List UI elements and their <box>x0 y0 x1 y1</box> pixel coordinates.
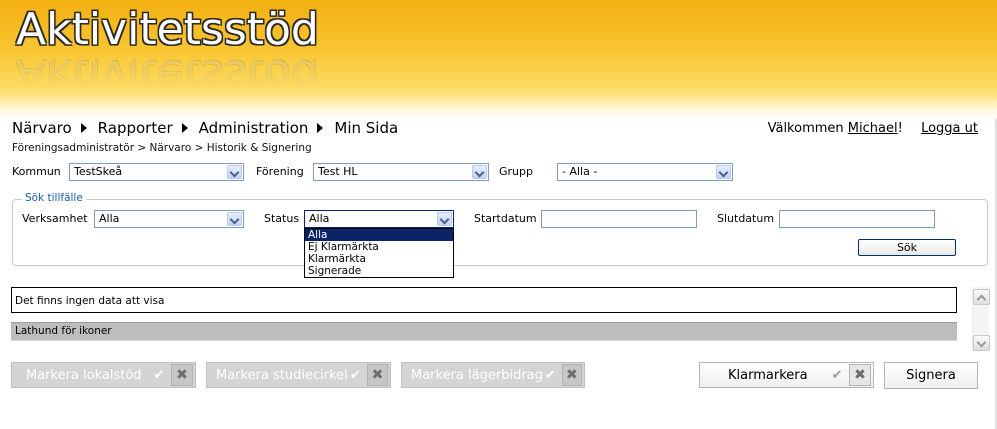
forening-select[interactable]: Test HL <box>313 163 489 181</box>
check-icon: ✔ <box>831 367 843 383</box>
verksamhet-label: Verksamhet <box>22 212 88 225</box>
nav-item-min-sida[interactable]: Min Sida <box>334 119 398 137</box>
search-button[interactable]: Sök <box>858 239 956 256</box>
chevron-down-icon <box>227 165 242 179</box>
check-icon: ✔ <box>349 367 361 383</box>
markera-studiecirkel-label: Markera studiecirkel <box>216 367 348 383</box>
markera-lagerbidrag-button[interactable]: Markera lägerbidrag ✔ ✖ <box>401 362 585 388</box>
scroll-down-icon[interactable] <box>973 335 990 351</box>
markera-lokalstod-button[interactable]: Markera lokalstöd ✔ ✖ <box>11 362 196 388</box>
kommun-select[interactable]: TestSkeå <box>69 163 244 181</box>
chevron-down-icon <box>437 212 452 226</box>
chevron-down-icon <box>716 165 731 179</box>
status-option-signerade[interactable]: Signerade <box>305 265 453 277</box>
signera-button[interactable]: Signera <box>884 362 978 389</box>
forening-value: Test HL <box>318 165 358 178</box>
kommun-value: TestSkeå <box>74 165 123 178</box>
check-icon: ✔ <box>544 367 556 383</box>
kommun-label: Kommun <box>12 165 61 178</box>
startdatum-label: Startdatum <box>474 212 537 225</box>
markera-lokalstod-label: Markera lokalstöd <box>26 367 142 383</box>
grupp-label: Grupp <box>499 165 533 178</box>
grupp-select[interactable]: - Alla - <box>557 163 733 181</box>
status-dropdown-list: Alla Ej Klarmärkta Klarmärkta Signerade <box>304 228 454 278</box>
status-select[interactable]: Alla <box>304 210 454 228</box>
logo: Aktivitetsstöd <box>16 4 319 55</box>
close-icon[interactable]: ✖ <box>561 364 582 386</box>
markera-studiecirkel-button[interactable]: Markera studiecirkel ✔ ✖ <box>206 362 391 388</box>
nav-item-administration[interactable]: Administration <box>199 119 309 137</box>
forening-label: Förening <box>256 165 304 178</box>
status-label: Status <box>264 212 300 225</box>
close-icon[interactable]: ✖ <box>849 364 871 386</box>
breadcrumb: Föreningsadministratör > Närvaro > Histo… <box>12 142 312 154</box>
nav-arrow-icon <box>181 123 188 133</box>
grupp-value: - Alla - <box>562 165 598 178</box>
user-name-link[interactable]: Michael <box>848 121 898 136</box>
markera-lagerbidrag-label: Markera lägerbidrag <box>411 367 543 383</box>
check-icon: ✔ <box>153 367 165 383</box>
slutdatum-label: Slutdatum <box>717 212 775 225</box>
logout-link[interactable]: Logga ut <box>921 121 978 136</box>
results-scrollbar[interactable] <box>972 287 990 351</box>
chevron-down-icon <box>227 212 242 226</box>
nav-item-rapporter[interactable]: Rapporter <box>98 119 173 137</box>
welcome-suffix: ! <box>897 121 903 136</box>
welcome-text: Välkommen <box>767 121 844 136</box>
results-empty-message: Det finns ingen data att visa <box>11 287 957 313</box>
verksamhet-select[interactable]: Alla <box>94 210 244 228</box>
logo-reflection: Aktivitetsstöd <box>16 50 319 101</box>
main-nav: Närvaro Rapporter Administration Min Sid… <box>12 118 398 138</box>
slutdatum-input[interactable] <box>779 210 935 228</box>
status-value: Alla <box>309 212 330 225</box>
nav-arrow-icon <box>317 123 324 133</box>
status-option-klarmarkta[interactable]: Klarmärkta <box>305 253 453 265</box>
klarmarkera-label: Klarmarkera <box>728 367 808 383</box>
welcome-area: Välkommen Michael! Logga ut <box>768 121 978 136</box>
startdatum-input[interactable] <box>541 210 697 228</box>
verksamhet-value: Alla <box>99 212 120 225</box>
nav-arrow-icon <box>80 123 87 133</box>
chevron-down-icon <box>472 165 487 179</box>
nav-item-narvaro[interactable]: Närvaro <box>12 119 72 137</box>
close-icon[interactable]: ✖ <box>171 364 193 386</box>
divider <box>11 340 957 341</box>
search-legend: Sök tillfälle <box>22 192 86 204</box>
icon-legend-bar[interactable]: Lathund för ikoner <box>11 322 957 340</box>
status-option-ej-klarmarkta[interactable]: Ej Klarmärkta <box>305 241 453 253</box>
scroll-up-icon[interactable] <box>973 289 990 305</box>
close-icon[interactable]: ✖ <box>367 364 388 386</box>
klarmarkera-button[interactable]: Klarmarkera ✔ ✖ <box>699 362 874 388</box>
status-option-alla[interactable]: Alla <box>305 229 453 241</box>
